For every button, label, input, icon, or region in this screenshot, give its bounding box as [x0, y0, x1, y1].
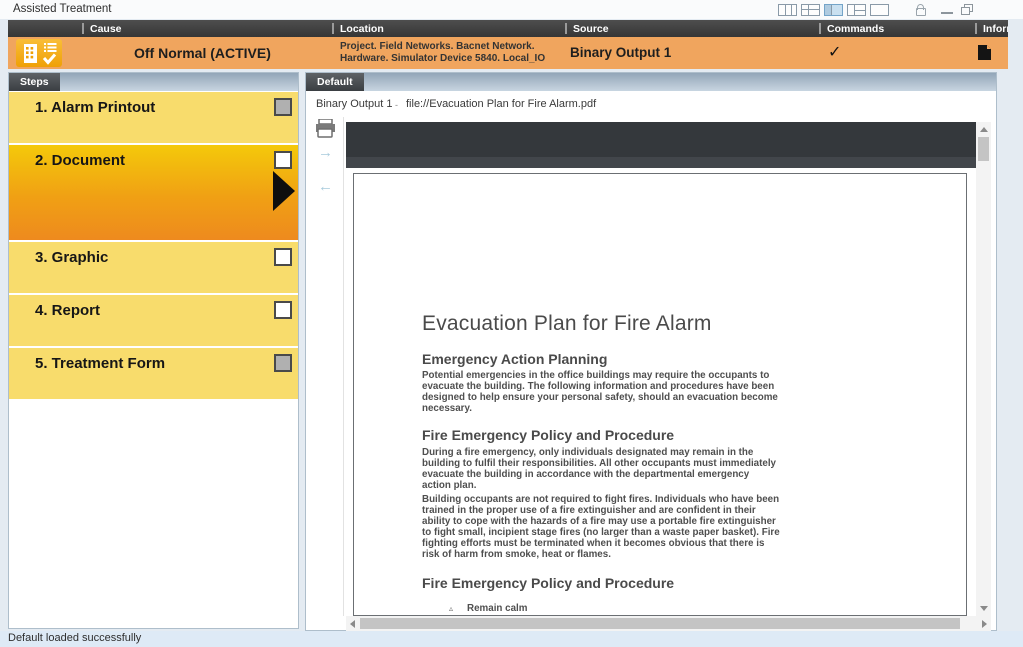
alarm-category-icon: [16, 39, 62, 67]
doc-heading-2: Fire Emergency Policy and Procedure: [422, 427, 674, 443]
tab-steps[interactable]: Steps: [9, 73, 60, 91]
back-arrow-icon[interactable]: ←: [318, 178, 333, 195]
doc-paragraph-1: Potential emergencies in the office buil…: [422, 371, 780, 415]
breadcrumb-separator: -: [395, 100, 398, 110]
doc-title: Evacuation Plan for Fire Alarm: [422, 312, 712, 336]
document-viewer-panel: Default Binary Output 1 - file://Evacuat…: [305, 72, 997, 631]
step-treatment-form[interactable]: 5. Treatment Form: [9, 348, 298, 399]
doc-bullet-item: ▵Remain calm: [449, 603, 527, 614]
window-title: Assisted Treatment: [13, 3, 111, 15]
alarm-source: Binary Output 1: [570, 37, 671, 69]
pdf-page: Evacuation Plan for Fire Alarm Emergency…: [353, 173, 967, 616]
status-bar: Default loaded successfully: [0, 631, 1023, 647]
information-document-icon[interactable]: [978, 45, 991, 65]
title-bar: Assisted Treatment: [0, 0, 1023, 19]
column-separator: [975, 23, 977, 34]
scroll-up-icon[interactable]: [980, 127, 988, 132]
forward-arrow-icon[interactable]: →: [318, 144, 333, 161]
scroll-right-icon[interactable]: [982, 620, 987, 628]
layout-header-left-icon[interactable]: [801, 4, 820, 16]
breadcrumb-file-path: file://Evacuation Plan for Fire Alarm.pd…: [406, 98, 596, 110]
column-separator: [82, 23, 84, 34]
gutter-divider: [343, 117, 344, 616]
step-document[interactable]: 2. Document: [9, 145, 298, 240]
doc-heading-1: Emergency Action Planning: [422, 351, 607, 367]
restore-button[interactable]: [961, 4, 974, 15]
step-checkbox[interactable]: [274, 98, 292, 116]
bullet-triangle-icon: ▵: [449, 604, 453, 613]
tab-default[interactable]: Default: [306, 73, 364, 91]
layout-two-pane-icon[interactable]: [824, 4, 843, 16]
column-commands: Commands: [827, 23, 884, 35]
vertical-scrollbar[interactable]: [976, 122, 991, 616]
column-information: Information: [983, 23, 1008, 35]
breadcrumb: Binary Output 1 - file://Evacuation Plan…: [306, 91, 996, 117]
status-message: Default loaded successfully: [8, 632, 141, 644]
check-icon: [44, 55, 55, 63]
list-icon: [44, 43, 57, 52]
horizontal-scrollbar[interactable]: [346, 616, 991, 631]
step-checkbox[interactable]: [274, 354, 292, 372]
column-location: Location: [340, 23, 384, 35]
commands-check-icon: ✓: [828, 37, 841, 69]
step-report[interactable]: 4. Report: [9, 295, 298, 346]
layout-split-icon[interactable]: [847, 4, 866, 16]
step-checkbox[interactable]: [274, 248, 292, 266]
viewer-tabbar: Default: [306, 73, 996, 91]
step-alarm-printout[interactable]: 1. Alarm Printout: [9, 92, 298, 143]
scroll-left-icon[interactable]: [350, 620, 355, 628]
column-cause: Cause: [90, 23, 122, 35]
vertical-scroll-thumb[interactable]: [978, 137, 989, 161]
print-icon[interactable]: [315, 119, 337, 143]
assisted-treatment-window: Assisted Treatment Cause Location Source…: [0, 0, 1023, 647]
alarm-column-header: Cause Location Source Commands Informati…: [8, 20, 1008, 37]
layout-switcher: [778, 4, 889, 16]
steps-panel: Steps 1. Alarm Printout 2. Document 3. G…: [8, 72, 299, 629]
step-checkbox[interactable]: [274, 151, 292, 169]
layout-three-pane-icon[interactable]: [778, 4, 797, 16]
layout-single-pane-icon[interactable]: [870, 4, 889, 16]
alarm-row[interactable]: Off Normal (ACTIVE) Project. Field Netwo…: [8, 37, 1008, 69]
minimize-button[interactable]: [941, 12, 953, 14]
breadcrumb-source: Binary Output 1: [316, 98, 392, 110]
alarm-location: Project. Field Networks. Bacnet Network.…: [340, 41, 545, 65]
alarm-cause: Off Normal (ACTIVE): [134, 37, 271, 69]
step-checkbox[interactable]: [274, 301, 292, 319]
column-separator: [332, 23, 334, 34]
current-step-arrow-icon: [273, 171, 295, 211]
column-source: Source: [573, 23, 609, 35]
horizontal-scroll-thumb[interactable]: [360, 618, 960, 629]
doc-paragraph-3: Building occupants are not required to f…: [422, 495, 780, 560]
pin-lock-icon[interactable]: [916, 4, 925, 15]
scroll-down-icon[interactable]: [980, 606, 988, 611]
doc-heading-3: Fire Emergency Policy and Procedure: [422, 575, 674, 591]
doc-paragraph-2: During a fire emergency, only individual…: [422, 448, 780, 492]
step-graphic[interactable]: 3. Graphic: [9, 242, 298, 293]
column-separator: [819, 23, 821, 34]
column-separator: [565, 23, 567, 34]
steps-tabbar: Steps: [9, 73, 298, 91]
pdf-toolbar: [346, 122, 976, 168]
